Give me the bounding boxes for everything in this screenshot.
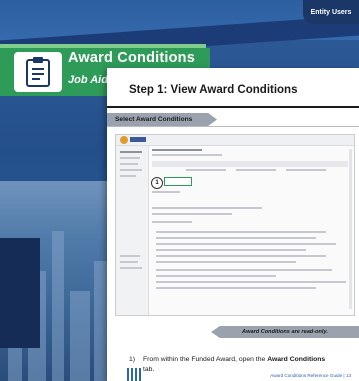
entity-users-badge: Entity Users (303, 0, 359, 24)
screenshot-sidebar (116, 146, 149, 315)
screenshot-header (116, 135, 354, 146)
embedded-screenshot: 1 (115, 134, 355, 316)
read-only-note: Award Conditions are read-only. (211, 326, 359, 338)
step-bold-term: Award Conditions (267, 356, 326, 363)
cover-title: Award Conditions (68, 50, 195, 66)
footer-barcode-icon (127, 368, 143, 381)
page-heading: Step 1: View Award Conditions (129, 84, 298, 96)
step-callout-marker: 1 (151, 177, 163, 189)
step-number: 1) (129, 356, 136, 363)
guide-page: Step 1: View Award Conditions Select Awa… (107, 68, 359, 381)
page-footer: Award Conditions Reference Guide | 13 (270, 373, 351, 378)
award-conditions-tab-highlight (164, 177, 192, 186)
screenshot-scrollbar (349, 149, 352, 309)
screenshot-logo-text (130, 137, 146, 142)
clipboard-icon (14, 52, 62, 92)
step-text: From within the Funded Award, open the A… (143, 356, 326, 373)
screenshot-tabs-bar (152, 161, 348, 167)
heading-rule (107, 106, 359, 108)
section-rule (107, 126, 359, 127)
cover-navy-band (0, 238, 40, 348)
screenshot-logo-icon (120, 136, 128, 144)
section-tab: Select Award Conditions (107, 113, 217, 126)
cover-subtitle: Job Aid (68, 74, 108, 86)
